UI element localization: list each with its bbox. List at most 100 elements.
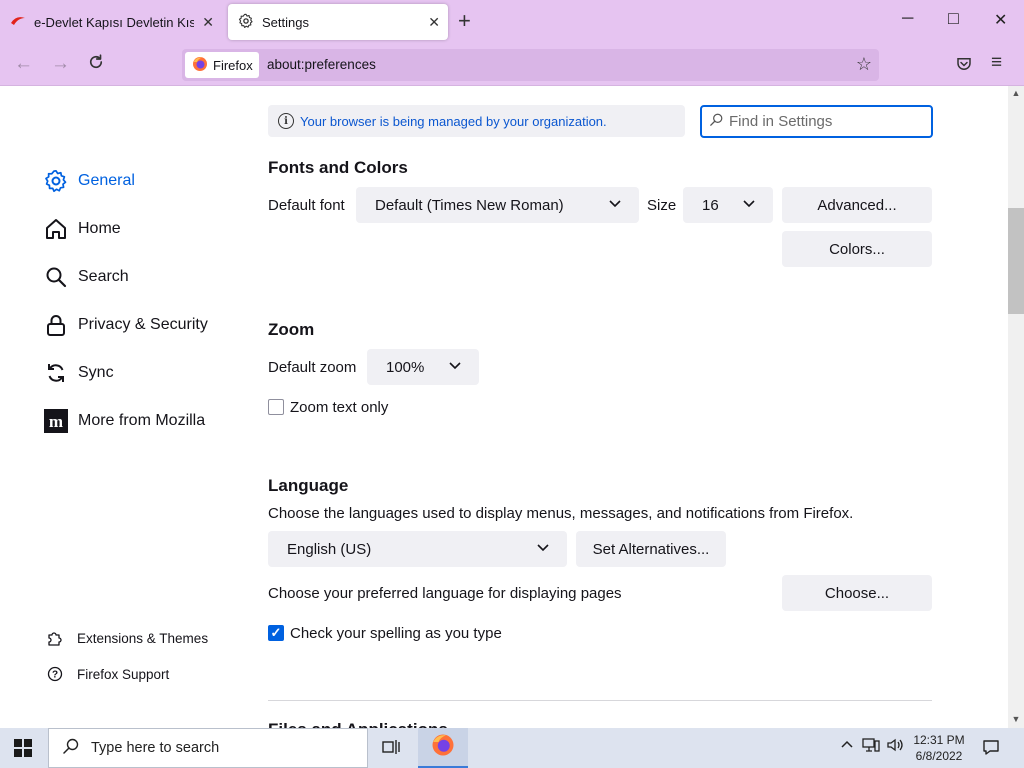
colors-button[interactable]: Colors... bbox=[782, 231, 932, 267]
zoom-heading: Zoom bbox=[268, 320, 315, 339]
language-heading: Language bbox=[268, 476, 349, 495]
search-icon bbox=[63, 738, 79, 758]
clock-time: 12:31 PM bbox=[913, 733, 965, 747]
zoom-text-only-label[interactable]: Zoom text only bbox=[290, 399, 388, 416]
taskbar-search-placeholder: Type here to search bbox=[91, 740, 220, 756]
language-select[interactable]: English (US) bbox=[268, 531, 567, 567]
advanced-fonts-button[interactable]: Advanced... bbox=[782, 187, 932, 223]
svg-text:m: m bbox=[49, 412, 63, 431]
fonts-colors-heading: Fonts and Colors bbox=[268, 158, 408, 177]
category-label: General bbox=[78, 172, 135, 189]
gear-icon bbox=[44, 169, 68, 193]
forward-button[interactable]: → bbox=[51, 53, 70, 75]
category-label: More from Mozilla bbox=[78, 412, 206, 429]
default-font-select[interactable]: Default (Times New Roman) bbox=[356, 187, 639, 223]
sync-icon bbox=[44, 361, 68, 385]
back-button[interactable]: ← bbox=[14, 53, 33, 75]
zoom-text-only-checkbox[interactable] bbox=[268, 399, 284, 415]
category-label: Privacy & Security bbox=[78, 316, 208, 333]
default-zoom-value: 100% bbox=[386, 358, 425, 376]
chevron-down-icon bbox=[537, 543, 549, 555]
category-label: Search bbox=[78, 268, 129, 285]
identity-label: Firefox bbox=[213, 57, 253, 73]
help-icon: ? bbox=[46, 666, 64, 682]
maximize-button[interactable]: □ bbox=[948, 8, 959, 29]
search-icon bbox=[710, 113, 723, 130]
language-value: English (US) bbox=[287, 540, 372, 558]
search-field[interactable] bbox=[700, 105, 933, 138]
minimize-button[interactable]: ─ bbox=[902, 10, 913, 28]
windows-taskbar: Type here to search 12:31 PM 6/8/2022 bbox=[0, 728, 1024, 768]
category-search[interactable]: Search bbox=[44, 262, 129, 292]
bookmark-star-icon[interactable]: ☆ bbox=[856, 54, 872, 75]
chevron-down-icon bbox=[609, 199, 621, 211]
language-description: Choose the languages used to display men… bbox=[268, 505, 854, 522]
category-home[interactable]: Home bbox=[44, 214, 121, 244]
category-general[interactable]: General bbox=[44, 166, 135, 196]
footer-link-label: Extensions & Themes bbox=[77, 630, 209, 646]
firefox-icon bbox=[192, 56, 208, 75]
tab-title: Settings bbox=[262, 14, 309, 30]
font-size-label: Size bbox=[647, 197, 677, 214]
category-privacy-security[interactable]: Privacy & Security bbox=[44, 310, 208, 340]
spellcheck-label[interactable]: Check your spelling as you type bbox=[290, 625, 502, 642]
tab-edevlet[interactable]: e-Devlet Kapısı Devletin Kısayol ✕ bbox=[0, 4, 222, 40]
firefox-support-link[interactable]: ? Firefox Support bbox=[46, 666, 169, 682]
new-tab-button[interactable]: + bbox=[458, 10, 471, 32]
lock-icon bbox=[44, 313, 68, 337]
settings-content: General Home Search Privacy & Security S… bbox=[0, 86, 1008, 728]
home-icon bbox=[44, 217, 68, 241]
pocket-icon[interactable] bbox=[955, 55, 973, 79]
mozilla-icon: m bbox=[44, 409, 68, 433]
menu-hamburger-icon[interactable]: ≡ bbox=[991, 52, 1002, 74]
tab-bar: e-Devlet Kapısı Devletin Kısayol ✕ Setti… bbox=[0, 0, 1024, 44]
system-clock[interactable]: 12:31 PM 6/8/2022 bbox=[900, 732, 978, 764]
default-zoom-label: Default zoom bbox=[268, 359, 357, 376]
chevron-down-icon bbox=[743, 199, 755, 211]
default-font-value: Default (Times New Roman) bbox=[375, 196, 564, 214]
close-window-button[interactable]: ✕ bbox=[994, 10, 1007, 30]
network-icon[interactable] bbox=[862, 737, 880, 757]
choose-language-button[interactable]: Choose... bbox=[782, 575, 932, 611]
task-view-icon[interactable] bbox=[382, 738, 400, 761]
url-text[interactable]: about:preferences bbox=[267, 57, 376, 72]
scroll-up-arrow-icon[interactable]: ▲ bbox=[1008, 88, 1024, 98]
set-alternatives-button[interactable]: Set Alternatives... bbox=[576, 531, 726, 567]
firefox-icon bbox=[431, 733, 455, 761]
close-tab-icon[interactable]: ✕ bbox=[202, 14, 214, 31]
taskbar-search-box[interactable]: Type here to search bbox=[48, 728, 368, 768]
edevlet-icon bbox=[10, 13, 26, 32]
identity-box[interactable]: Firefox bbox=[185, 52, 259, 78]
gear-icon bbox=[238, 13, 254, 32]
footer-link-label: Firefox Support bbox=[77, 666, 170, 682]
close-tab-icon[interactable]: ✕ bbox=[428, 14, 440, 31]
svg-text:?: ? bbox=[52, 670, 58, 681]
scrollbar-thumb[interactable] bbox=[1008, 208, 1024, 314]
chevron-up-icon[interactable] bbox=[840, 737, 854, 755]
scrollbar-track[interactable] bbox=[1008, 86, 1024, 728]
default-zoom-select[interactable]: 100% bbox=[367, 349, 479, 385]
category-sync[interactable]: Sync bbox=[44, 358, 114, 388]
windows-start-icon[interactable] bbox=[14, 739, 32, 757]
files-applications-heading: Files and Applications bbox=[268, 720, 448, 728]
url-bar[interactable]: Firefox about:preferences ☆ bbox=[182, 49, 879, 81]
chevron-down-icon bbox=[449, 361, 461, 373]
notification-icon[interactable] bbox=[982, 738, 1000, 761]
tab-title: e-Devlet Kapısı Devletin Kısayol bbox=[34, 14, 194, 30]
font-size-value: 16 bbox=[702, 196, 719, 214]
reload-button[interactable] bbox=[87, 53, 105, 77]
extensions-themes-link[interactable]: Extensions & Themes bbox=[46, 630, 208, 646]
scroll-down-arrow-icon[interactable]: ▼ bbox=[1008, 714, 1024, 724]
preferred-language-label: Choose your preferred language for displ… bbox=[268, 585, 622, 602]
section-divider bbox=[268, 700, 932, 701]
spellcheck-checkbox[interactable]: ✓ bbox=[268, 625, 284, 641]
tab-settings[interactable]: Settings ✕ bbox=[228, 4, 448, 40]
policies-notice-text: Your browser is being managed by your or… bbox=[300, 113, 607, 129]
policies-notice[interactable]: i Your browser is being managed by your … bbox=[268, 105, 685, 137]
navigation-toolbar: ← → Firefox about:preferences ☆ ≡ bbox=[0, 44, 1024, 86]
font-size-select[interactable]: 16 bbox=[683, 187, 773, 223]
search-input[interactable] bbox=[729, 113, 919, 130]
category-more-from-mozilla[interactable]: m More from Mozilla bbox=[44, 406, 205, 436]
taskbar-firefox-button[interactable] bbox=[418, 728, 468, 768]
search-icon bbox=[44, 265, 68, 289]
